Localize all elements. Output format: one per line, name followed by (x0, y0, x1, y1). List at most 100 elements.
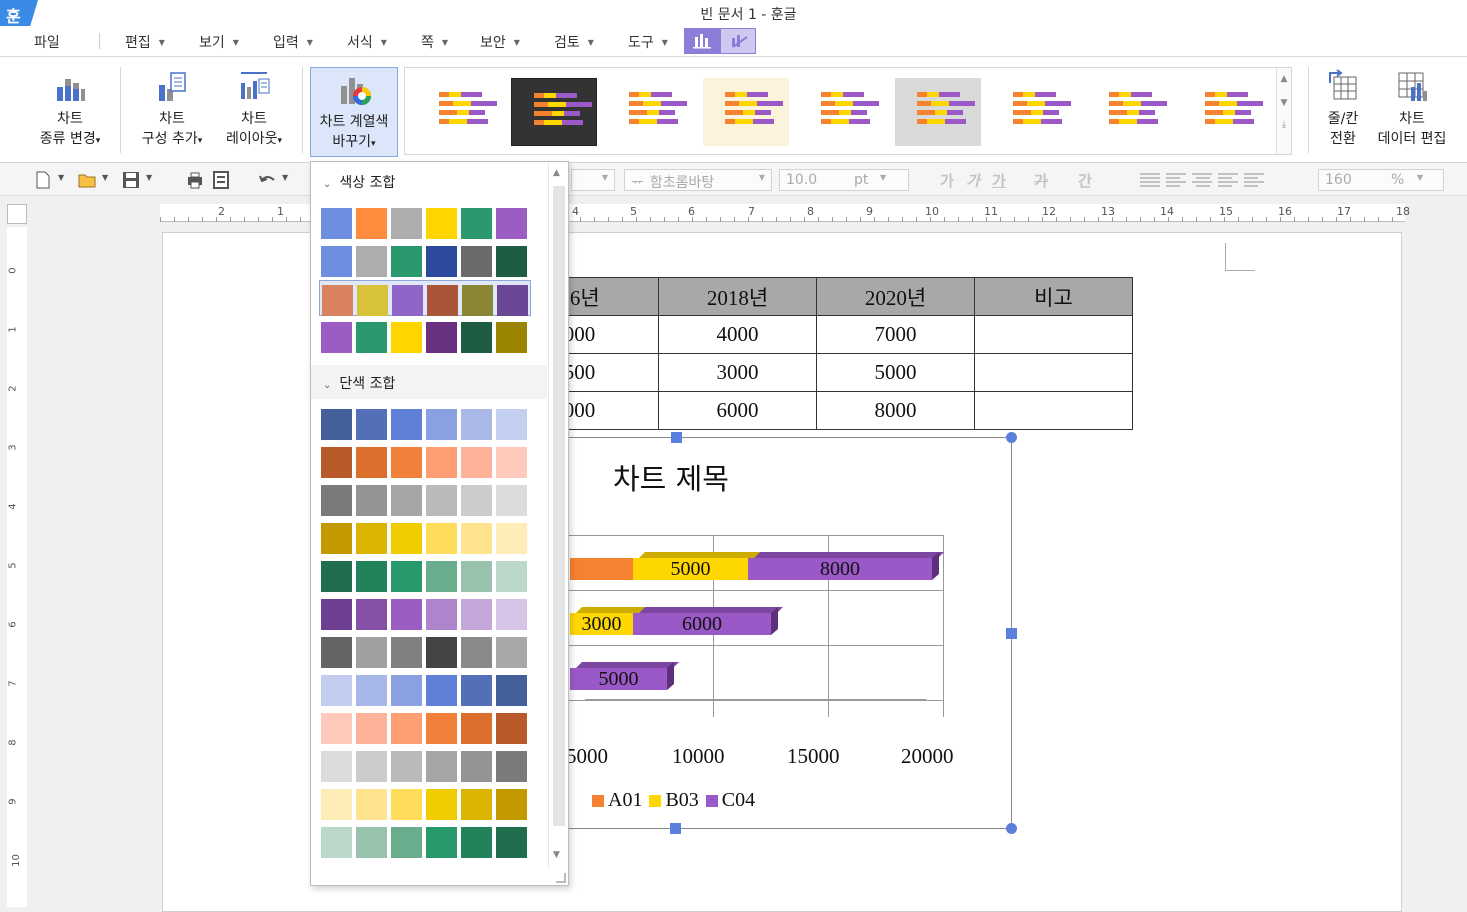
bar-segment-c04[interactable]: 6000 (633, 613, 771, 635)
chart-style-thumbnail[interactable] (1183, 78, 1269, 146)
print-icon[interactable] (186, 171, 204, 189)
chart-style-thumbnail[interactable] (511, 78, 597, 146)
chart-title[interactable]: 차트 제목 (613, 456, 729, 498)
chart-add-element-button[interactable]: 차트 구성 추가▾ (136, 57, 208, 157)
color-swatch[interactable] (391, 637, 422, 668)
color-swatch[interactable] (426, 675, 457, 706)
chart-style-thumbnail[interactable] (895, 78, 981, 146)
chart-style-thumbnail[interactable] (417, 78, 503, 146)
chevron-down-icon[interactable]: ▼ (58, 173, 64, 182)
color-combination-row[interactable] (319, 204, 529, 240)
bar-segment-c04[interactable]: 5000 (570, 668, 667, 690)
chart-style-thumbnail[interactable] (799, 78, 885, 146)
menu-review[interactable]: 검토 ▼ (554, 32, 594, 52)
color-swatch[interactable] (461, 447, 492, 478)
color-swatch[interactable] (321, 561, 352, 592)
color-swatch[interactable] (461, 485, 492, 516)
color-swatch[interactable] (496, 751, 527, 782)
align-icon[interactable] (1166, 171, 1186, 189)
color-swatch[interactable] (356, 322, 387, 353)
open-folder-icon[interactable] (78, 171, 96, 189)
bold-icon[interactable]: 가 (940, 170, 954, 191)
section-color-combination[interactable]: ⌄ 색상 조합 (311, 164, 547, 198)
chart-data-edit-button[interactable]: 차트 데이터 편집 (1372, 57, 1452, 157)
color-swatch[interactable] (497, 285, 528, 316)
bar-segment-a01[interactable] (570, 558, 633, 580)
color-swatch[interactable] (321, 599, 352, 630)
data-table[interactable]: 16년 2018년 2020년 비고 000 4000 7000 500 300… (500, 277, 1133, 430)
color-swatch[interactable] (461, 599, 492, 630)
align-icon[interactable] (1244, 171, 1264, 189)
color-swatch[interactable] (426, 447, 457, 478)
color-swatch[interactable] (496, 599, 527, 630)
chart-style-thumbnail[interactable] (1087, 78, 1173, 146)
color-swatch[interactable] (461, 751, 492, 782)
chevron-down-icon[interactable]: ▼ (146, 173, 152, 182)
table-cell[interactable]: 6000 (658, 391, 817, 430)
bar-segment-c04[interactable]: 8000 (748, 558, 932, 580)
color-swatch[interactable] (461, 789, 492, 820)
color-swatch[interactable] (461, 322, 492, 353)
mono-combination-row[interactable] (319, 443, 529, 479)
color-swatch[interactable] (496, 447, 527, 478)
chart-style-thumbnail[interactable] (607, 78, 693, 146)
font-color-icon[interactable]: 간 (1078, 170, 1092, 191)
color-swatch[interactable] (356, 523, 387, 554)
color-swatch[interactable] (391, 208, 422, 239)
color-swatch[interactable] (356, 751, 387, 782)
mono-combination-row[interactable] (319, 595, 529, 631)
color-swatch[interactable] (321, 322, 352, 353)
chart-style-thumbnail[interactable] (703, 78, 789, 146)
color-swatch[interactable] (391, 713, 422, 744)
color-swatch[interactable] (391, 675, 422, 706)
color-swatch[interactable] (461, 561, 492, 592)
mono-combination-row[interactable] (319, 823, 529, 859)
menu-security[interactable]: 보안 ▼ (480, 32, 520, 52)
color-swatch[interactable] (426, 789, 457, 820)
color-swatch[interactable] (391, 447, 422, 478)
color-swatch[interactable] (461, 409, 492, 440)
gallery-expand-icon[interactable]: ⤓ (1277, 120, 1291, 130)
table-cell[interactable]: 7000 (816, 315, 975, 354)
color-swatch[interactable] (321, 447, 352, 478)
mono-combination-row[interactable] (319, 785, 529, 821)
chevron-down-icon[interactable]: ▼ (282, 173, 288, 182)
align-icon[interactable] (1192, 171, 1212, 189)
table-cell[interactable] (974, 353, 1133, 392)
mono-combination-row[interactable] (319, 557, 529, 593)
color-swatch[interactable] (391, 599, 422, 630)
color-swatch[interactable] (496, 485, 527, 516)
color-swatch[interactable] (496, 208, 527, 239)
color-swatch[interactable] (391, 485, 422, 516)
row-column-switch-button[interactable]: 줄/칸 전환 (1316, 57, 1370, 157)
color-swatch[interactable] (496, 322, 527, 353)
italic-icon[interactable]: 가 (966, 170, 980, 191)
chevron-up-icon[interactable]: ▲ (553, 168, 560, 178)
color-swatch[interactable] (391, 322, 422, 353)
font-name-select[interactable]: ᅲ 함초롬바탕 ▼ (624, 169, 772, 191)
bar-segment-b03[interactable]: 5000 (633, 558, 748, 580)
mono-combination-row[interactable] (319, 671, 529, 707)
underline-icon[interactable]: 가 (992, 170, 1006, 191)
color-swatch[interactable] (461, 523, 492, 554)
color-swatch[interactable] (427, 285, 458, 316)
color-combination-row[interactable] (319, 242, 529, 278)
color-swatch[interactable] (391, 827, 422, 858)
table-cell[interactable]: 5000 (816, 353, 975, 392)
menu-page[interactable]: 쪽 ▼ (421, 32, 448, 52)
color-swatch[interactable] (356, 208, 387, 239)
mono-combination-row[interactable] (319, 709, 529, 745)
preview-icon[interactable] (212, 171, 230, 189)
color-swatch[interactable] (461, 637, 492, 668)
color-swatch[interactable] (496, 561, 527, 592)
color-swatch[interactable] (391, 246, 422, 277)
resize-handle-bottom-right[interactable] (1006, 823, 1017, 834)
color-swatch[interactable] (321, 246, 352, 277)
color-swatch[interactable] (356, 447, 387, 478)
table-cell[interactable]: 8000 (816, 391, 975, 430)
color-swatch[interactable] (391, 751, 422, 782)
color-swatch[interactable] (356, 561, 387, 592)
resize-handle-top-right[interactable] (1006, 432, 1017, 443)
menu-view[interactable]: 보기 ▼ (199, 32, 239, 52)
chart-style-thumbnail[interactable] (991, 78, 1077, 146)
